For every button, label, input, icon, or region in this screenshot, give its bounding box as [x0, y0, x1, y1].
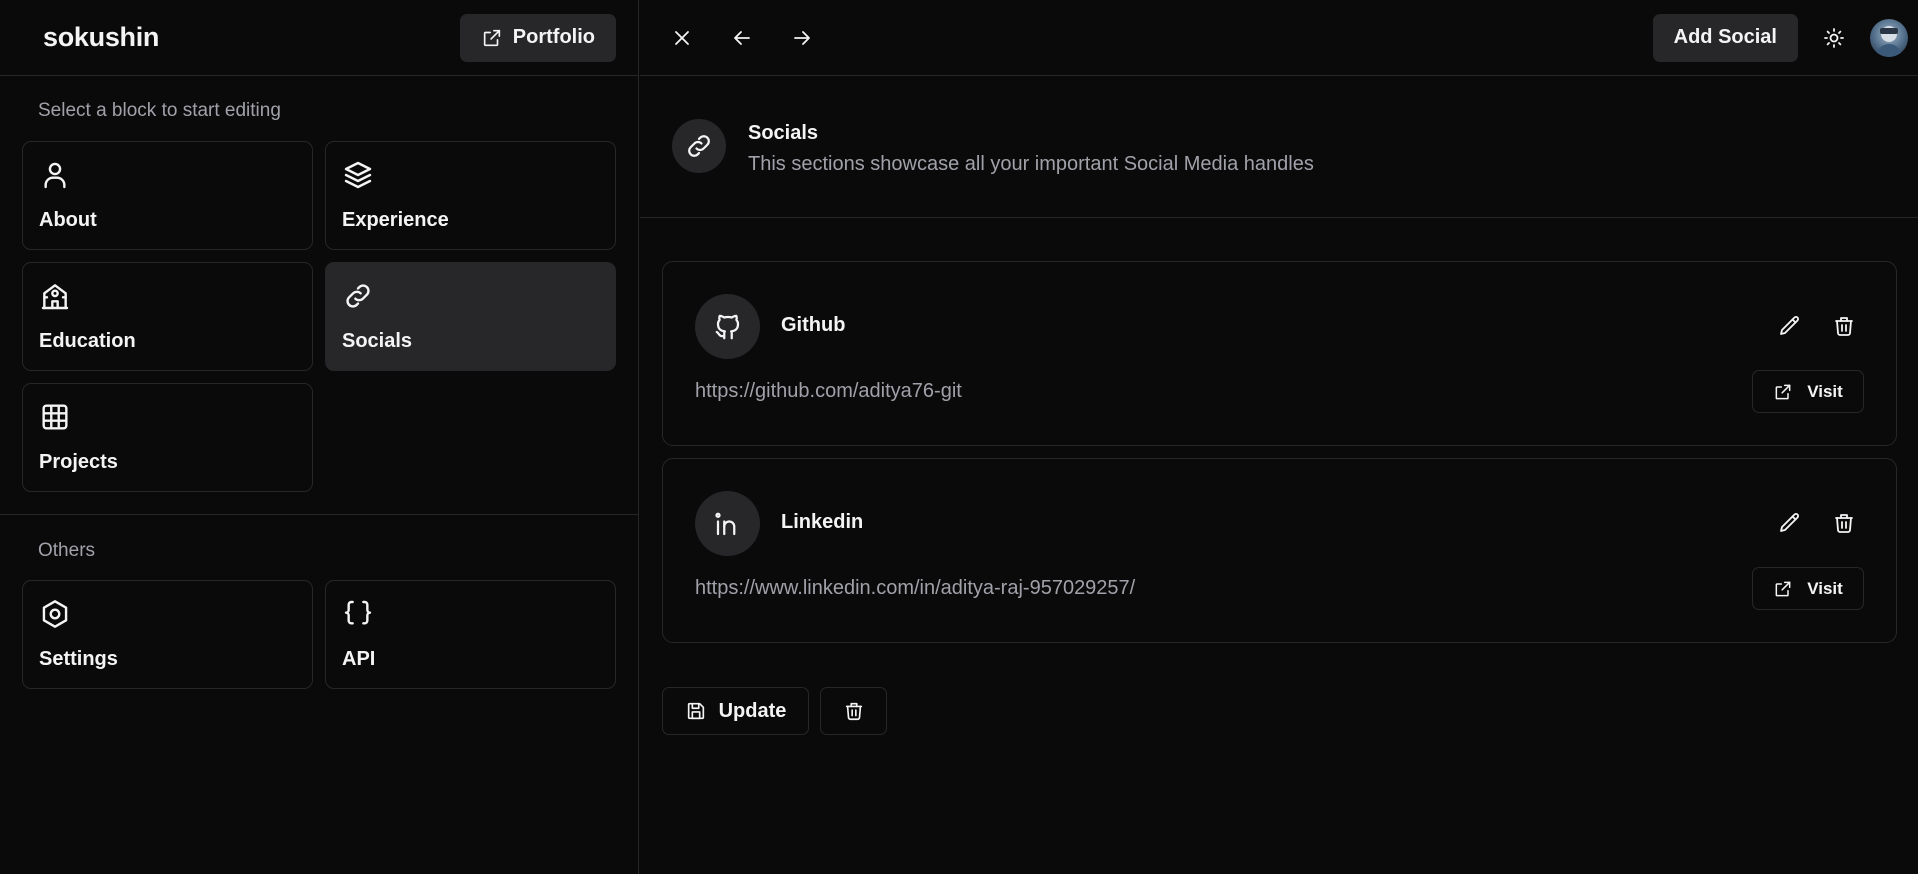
add-social-button[interactable]: Add Social	[1652, 13, 1798, 62]
sidebar-divider	[0, 514, 638, 515]
block-api-label: API	[342, 648, 376, 670]
block-experience-label: Experience	[342, 209, 449, 231]
trash-icon[interactable]	[1832, 511, 1856, 535]
save-icon	[685, 700, 707, 722]
link-icon	[342, 280, 374, 312]
select-block-label: Select a block to start editing	[38, 100, 281, 121]
external-link-icon	[1773, 382, 1793, 402]
pencil-icon[interactable]	[1778, 314, 1802, 338]
block-projects-label: Projects	[39, 451, 118, 473]
visit-label: Visit	[1807, 381, 1843, 401]
block-education[interactable]: Education	[22, 262, 313, 371]
trash-icon	[843, 700, 865, 722]
user-icon	[39, 159, 71, 191]
social-name: Linkedin	[781, 511, 864, 533]
editor-panel: Add Social Socials This sections showcas…	[640, 0, 1918, 874]
block-settings-label: Settings	[39, 648, 118, 670]
portfolio-button[interactable]: Portfolio	[459, 13, 616, 62]
external-link-icon	[481, 27, 503, 49]
sidebar-header: sokushin Portfolio	[0, 0, 638, 76]
section-description: This sections showcase all your importan…	[748, 153, 1314, 175]
block-about[interactable]: About	[22, 141, 313, 250]
section-header: Socials This sections showcase all your …	[640, 76, 1918, 218]
block-api[interactable]: API	[325, 580, 616, 689]
visit-button[interactable]: Visit	[1752, 567, 1864, 610]
block-socials-label: Socials	[342, 330, 413, 352]
others-grid: Settings API	[22, 580, 616, 689]
block-projects[interactable]: Projects	[22, 383, 313, 492]
others-label: Others	[38, 540, 96, 561]
block-about-label: About	[39, 209, 97, 231]
braces-icon	[342, 598, 374, 630]
portfolio-label: Portfolio	[512, 26, 595, 48]
hexagon-icon	[39, 598, 71, 630]
update-button[interactable]: Update	[662, 687, 809, 735]
arrow-left-icon[interactable]	[730, 26, 754, 50]
delete-section-button[interactable]	[820, 687, 887, 735]
block-education-label: Education	[39, 330, 136, 352]
block-socials[interactable]: Socials	[325, 262, 616, 371]
avatar[interactable]	[1870, 18, 1908, 57]
social-url: https://www.linkedin.com/in/aditya-raj-9…	[695, 577, 1136, 599]
trash-icon[interactable]	[1832, 314, 1856, 338]
visit-button[interactable]: Visit	[1752, 370, 1864, 413]
social-url: https://github.com/aditya76-git	[695, 380, 962, 402]
sun-icon[interactable]	[1822, 26, 1846, 50]
layers-icon	[342, 159, 374, 191]
editor-header: Add Social	[640, 0, 1918, 76]
block-grid: About Experience Education Socials Proje…	[22, 141, 616, 492]
update-label: Update	[718, 699, 787, 722]
close-icon[interactable]	[670, 26, 694, 50]
social-name: Github	[781, 314, 846, 336]
visit-label: Visit	[1807, 578, 1843, 598]
link-icon	[672, 119, 726, 173]
external-link-icon	[1773, 579, 1793, 599]
pencil-icon[interactable]	[1778, 511, 1802, 535]
nav-controls	[670, 26, 814, 50]
block-experience[interactable]: Experience	[325, 141, 616, 250]
grid-icon	[39, 401, 71, 433]
linkedin-icon	[695, 491, 760, 556]
github-icon	[695, 294, 760, 359]
sidebar: sokushin Portfolio Select a block to sta…	[0, 0, 639, 874]
arrow-right-icon[interactable]	[790, 26, 814, 50]
block-settings[interactable]: Settings	[22, 580, 313, 689]
social-card-github: Github https://github.com/aditya76-git V…	[662, 261, 1897, 446]
social-card-linkedin: Linkedin https://www.linkedin.com/in/adi…	[662, 458, 1897, 643]
school-icon	[39, 280, 71, 312]
section-title: Socials	[748, 122, 819, 144]
header-actions: Add Social	[1652, 13, 1908, 62]
brand-logo[interactable]: sokushin	[43, 22, 159, 53]
